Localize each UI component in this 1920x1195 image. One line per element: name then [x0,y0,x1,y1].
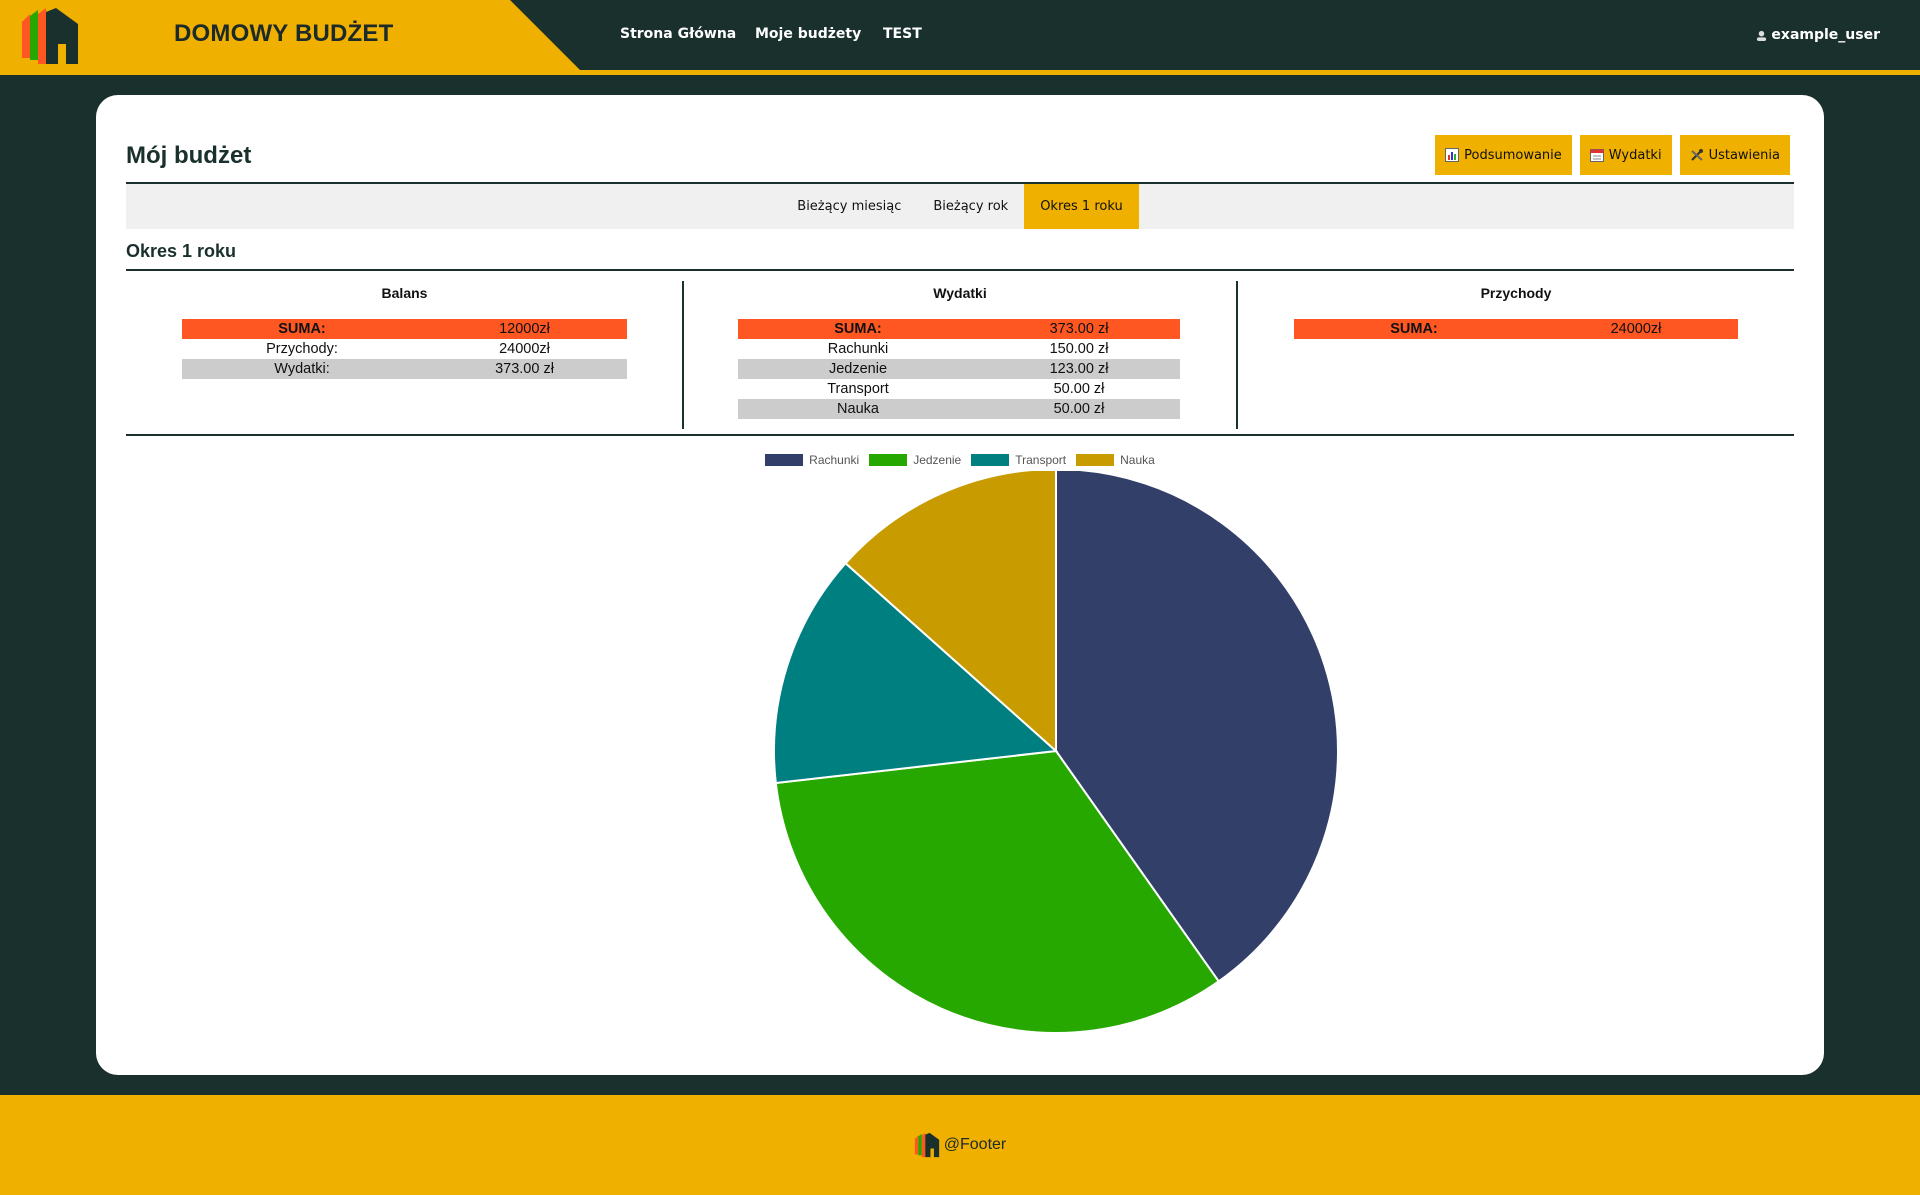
legend-label: Jedzenie [913,453,962,467]
tab-current-month[interactable]: Bieżący miesiąc [781,184,917,229]
legend-label: Transport [1015,453,1067,467]
row-label: Nauka [738,399,978,419]
table-row: Przychody: 24000zł [182,339,627,359]
navbar-accent-line [0,70,1920,75]
table-row: SUMA: 373.00 zł [738,319,1180,339]
legend-label: Rachunki [809,453,860,467]
settings-button[interactable]: Ustawienia [1679,135,1790,175]
row-value: 24000zł [1534,319,1738,339]
legend-item[interactable]: Rachunki [765,453,859,467]
expenses-button-label: Wydatki [1608,147,1662,163]
income-heading: Przychody [1480,285,1552,301]
table-row: Nauka 50.00 zł [738,399,1180,419]
row-value: 50.00 zł [978,399,1180,419]
expenses-column: Wydatki SUMA: 373.00 zł Rachunki 150.00 … [683,271,1237,434]
row-label: Przychody: [266,341,338,357]
legend-swatch [1076,454,1115,466]
page-title: Mój budżet [126,142,252,169]
footer-text: @Footer [943,1136,1007,1153]
legend-swatch [971,454,1010,466]
legend-swatch [765,454,804,466]
legend-swatch [869,454,908,466]
nav-link-home[interactable]: Strona Główna [620,26,736,42]
table-row: Jedzenie 123.00 zł [738,359,1180,379]
expenses-button[interactable]: Wydatki [1579,135,1672,175]
row-value: 123.00 zł [978,359,1180,379]
row-label: Jedzenie [738,359,978,379]
expenses-heading: Wydatki [933,285,987,301]
row-value: 373.00 zł [978,319,1180,339]
row-label: Transport [827,381,889,397]
tab-one-year-period[interactable]: Okres 1 roku [1024,184,1139,229]
chart-legend: Rachunki Jedzenie Transport Nauka [96,453,1824,467]
balance-heading: Balans [381,285,428,301]
row-label: SUMA: [1294,319,1534,339]
row-value: 12000zł [422,319,627,339]
section-title: Okres 1 roku [126,241,237,261]
calendar-icon [1589,149,1604,162]
legend-item[interactable]: Jedzenie [869,453,961,467]
income-table: SUMA: 24000zł [1294,319,1738,339]
row-label: SUMA: [738,319,978,339]
expenses-table: SUMA: 373.00 zł Rachunki 150.00 zł Jedze… [738,319,1180,419]
legend-label: Nauka [1120,453,1155,467]
table-row: SUMA: 12000zł [182,319,627,339]
row-label: Rachunki [827,341,889,357]
footer-content: @Footer [0,1132,1920,1158]
row-value: 24000zł [499,341,550,357]
nav-link-test[interactable]: TEST [883,26,922,42]
table-row: SUMA: 24000zł [1294,319,1738,339]
bar-chart-icon [1445,148,1460,162]
row-value: 373.00 zł [422,359,627,379]
nav-link-my-budgets[interactable]: Moje budżety [755,26,861,42]
row-label: SUMA: [182,319,422,339]
tools-icon [1690,149,1703,161]
summary-button-label: Podsumowanie [1464,147,1562,163]
balance-column: Balans SUMA: 12000zł Przychody: 24000zł … [126,271,683,434]
settings-button-label: Ustawienia [1708,147,1780,163]
balance-table: SUMA: 12000zł Przychody: 24000zł Wydatki… [182,319,627,379]
table-row: Wydatki: 373.00 zł [182,359,627,379]
user-icon [1757,30,1767,41]
legend-item[interactable]: Transport [971,453,1066,467]
house-books-logo-icon [914,1132,939,1158]
summary-divider [126,434,1794,436]
username: example_user [1771,27,1880,43]
table-row: Rachunki 150.00 zł [738,339,1180,359]
period-tabs: Bieżący miesiąc Bieżący rok Okres 1 roku [126,184,1794,229]
summary-button[interactable]: Podsumowanie [1435,135,1572,175]
user-menu[interactable]: example_user [1756,27,1880,43]
row-label: Wydatki: [182,359,422,379]
footer: @Footer [0,1095,1920,1195]
table-row: Transport 50.00 zł [738,379,1180,399]
row-value: 50.00 zł [1053,381,1105,397]
expenses-pie-chart[interactable] [576,471,1344,1051]
tab-current-year[interactable]: Bieżący rok [917,184,1024,229]
top-navbar: DOMOWY BUDŻET Strona Główna Moje budżety… [0,0,1920,75]
row-value: 150.00 zł [1049,341,1109,357]
legend-item[interactable]: Nauka [1076,453,1155,467]
budget-card: Mój budżet Podsumowanie Wydatki Ustawien… [96,95,1824,1075]
brand-title[interactable]: DOMOWY BUDŻET [174,20,393,48]
house-books-logo-icon[interactable] [20,8,80,64]
income-column: Przychody SUMA: 24000zł [1238,271,1794,434]
budget-actions: Podsumowanie Wydatki Ustawienia [1435,135,1790,175]
